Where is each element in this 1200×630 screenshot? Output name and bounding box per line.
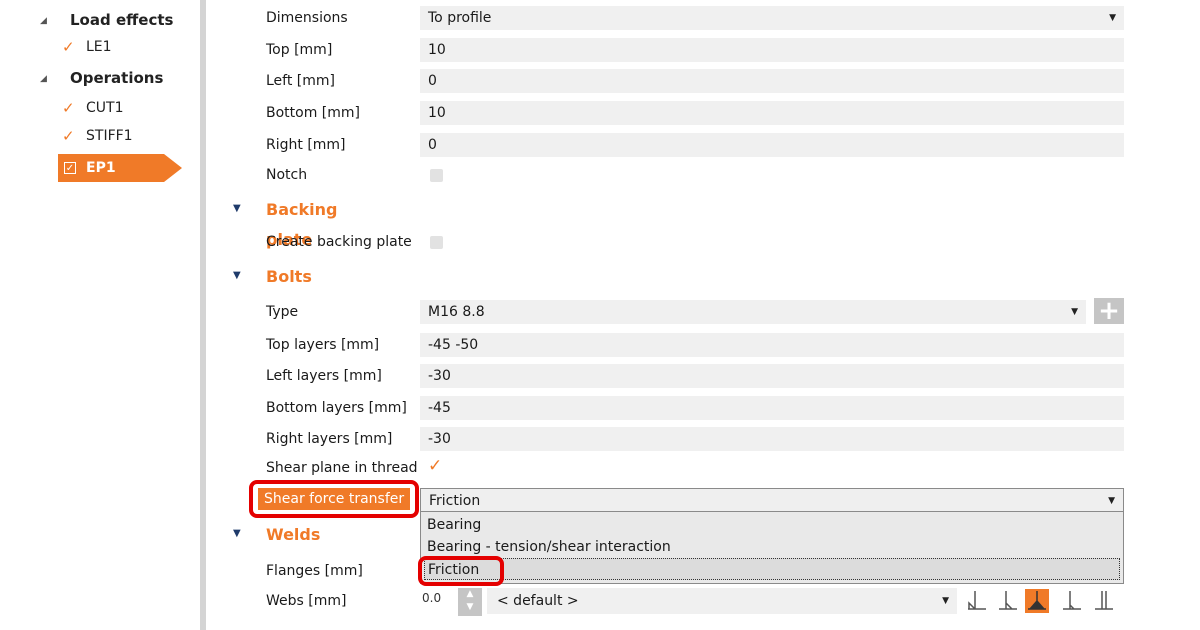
tree-item-ep1-selected[interactable]: ✓ EP1: [58, 154, 182, 182]
bottom-layers-input[interactable]: -45: [420, 396, 1124, 420]
dimensions-select[interactable]: To profile ▼: [420, 6, 1124, 30]
row-shear-force-transfer: Friction ▼: [206, 485, 1126, 515]
property-label: Top [mm]: [266, 42, 333, 58]
row-bottom-layers: Bottom layers [mm] -45: [206, 393, 1126, 423]
expand-arrow-icon[interactable]: ▼: [233, 528, 241, 539]
check-icon[interactable]: ✓: [62, 127, 80, 145]
row-top: Top [mm] 10: [206, 35, 1126, 65]
tree-section-load-effects[interactable]: ◢ Load effects: [40, 8, 173, 32]
tree-item-label: EP1: [86, 160, 116, 176]
collapse-arrow-icon[interactable]: ◢: [40, 16, 47, 26]
property-label: Shear plane in thread: [266, 460, 418, 476]
property-label: Left layers [mm]: [266, 368, 382, 384]
dropdown-arrow-icon[interactable]: ▼: [1108, 489, 1115, 513]
row-bolt-type: Type M16 8.8 ▼: [206, 297, 1126, 327]
right-input[interactable]: 0: [420, 133, 1124, 157]
tree-section-label: Load effects: [70, 11, 174, 29]
tree-item-label: CUT1: [86, 100, 124, 116]
property-label: Bottom [mm]: [266, 105, 361, 121]
tree-item-le1[interactable]: ✓ LE1: [62, 35, 112, 59]
shear-force-transfer-select[interactable]: Friction ▼: [420, 488, 1124, 512]
property-label: Flanges [mm]: [266, 563, 363, 579]
expand-arrow-icon[interactable]: ▼: [233, 203, 241, 214]
row-bottom: Bottom [mm] 10: [206, 98, 1126, 128]
double-fillet-weld-icon[interactable]: [996, 589, 1020, 613]
row-shear-plane: Shear plane in thread ✓: [206, 453, 1126, 483]
spin-up-icon[interactable]: ▲: [458, 588, 482, 601]
tree-item-label: STIFF1: [86, 128, 133, 144]
property-label: Dimensions: [266, 10, 348, 26]
notch-checkbox[interactable]: [430, 169, 443, 182]
tree-item-cut1[interactable]: ✓ CUT1: [62, 96, 123, 120]
property-label: Type: [266, 304, 299, 320]
fillet-weld-icon[interactable]: [965, 589, 989, 613]
property-label: Right [mm]: [266, 137, 346, 153]
shear-plane-checkbox-check-icon[interactable]: ✓: [428, 456, 442, 476]
dropdown-option[interactable]: Bearing: [427, 514, 481, 536]
property-label: Notch: [266, 167, 308, 183]
dropdown-option-selected[interactable]: Friction: [424, 558, 1120, 580]
shear-force-transfer-dropdown-list: Bearing Bearing - tension/shear interact…: [420, 512, 1124, 584]
tree-section-operations[interactable]: ◢ Operations: [40, 66, 163, 90]
property-label: Right layers [mm]: [266, 431, 393, 447]
expand-arrow-icon[interactable]: ▼: [233, 270, 241, 281]
property-label: Top layers [mm]: [266, 337, 380, 353]
checkbox-checked-icon[interactable]: ✓: [64, 162, 76, 174]
row-create-backing-plate: Create backing plate: [206, 227, 1126, 257]
select-value: M16 8.8: [428, 304, 485, 320]
property-label: Webs [mm]: [266, 593, 347, 609]
select-value: < default >: [497, 593, 579, 609]
add-bolt-button[interactable]: +: [1094, 298, 1124, 324]
plain-weld-icon[interactable]: [1092, 589, 1116, 613]
dropdown-option[interactable]: Bearing - tension/shear interaction: [427, 536, 671, 558]
single-side-weld-icon[interactable]: [1060, 589, 1084, 613]
select-value: To profile: [428, 10, 492, 26]
row-right: Right [mm] 0: [206, 130, 1126, 160]
dropdown-arrow-icon[interactable]: ▼: [1109, 6, 1116, 30]
property-label: Left [mm]: [266, 73, 335, 89]
section-title: Welds: [266, 525, 321, 544]
left-layers-input[interactable]: -30: [420, 364, 1124, 388]
left-input[interactable]: 0: [420, 69, 1124, 93]
row-dimensions: Dimensions To profile ▼: [206, 3, 1126, 33]
bolt-type-select[interactable]: M16 8.8 ▼: [420, 300, 1086, 324]
tree-item-stiff1[interactable]: ✓ STIFF1: [62, 124, 133, 148]
web-thickness-input[interactable]: 0.0: [420, 590, 454, 614]
dropdown-arrow-icon[interactable]: ▼: [942, 588, 949, 614]
bottom-input[interactable]: 10: [420, 101, 1124, 125]
create-backing-plate-checkbox[interactable]: [430, 236, 443, 249]
check-icon[interactable]: ✓: [62, 38, 80, 56]
check-icon[interactable]: ✓: [62, 99, 80, 117]
top-input[interactable]: 10: [420, 38, 1124, 62]
spinner-button[interactable]: ▲ ▼: [458, 588, 482, 616]
highlight-frame: [418, 556, 504, 586]
section-title: Backing plate: [266, 200, 338, 249]
select-value: Friction: [429, 493, 481, 509]
section-title: Bolts: [266, 267, 312, 286]
tree-section-label: Operations: [70, 69, 164, 87]
right-layers-input[interactable]: -30: [420, 427, 1124, 451]
tree-item-label: LE1: [86, 39, 112, 55]
butt-weld-icon-selected[interactable]: [1025, 589, 1049, 613]
row-left-layers: Left layers [mm] -30: [206, 361, 1126, 391]
weld-type-select[interactable]: < default > ▼: [487, 588, 957, 614]
row-notch: Notch: [206, 160, 1126, 190]
property-label: Bottom layers [mm]: [266, 400, 407, 416]
row-right-layers: Right layers [mm] -30: [206, 424, 1126, 454]
dropdown-arrow-icon[interactable]: ▼: [1071, 300, 1078, 324]
property-label: Create backing plate: [266, 234, 412, 250]
operations-tree: ◢ Load effects ✓ LE1 ◢ Operations ✓ CUT1…: [0, 0, 200, 630]
top-layers-input[interactable]: -45 -50: [420, 333, 1124, 357]
row-left: Left [mm] 0: [206, 66, 1126, 96]
collapse-arrow-icon[interactable]: ◢: [40, 74, 47, 84]
row-top-layers: Top layers [mm] -45 -50: [206, 330, 1126, 360]
spin-down-icon[interactable]: ▼: [458, 601, 482, 614]
